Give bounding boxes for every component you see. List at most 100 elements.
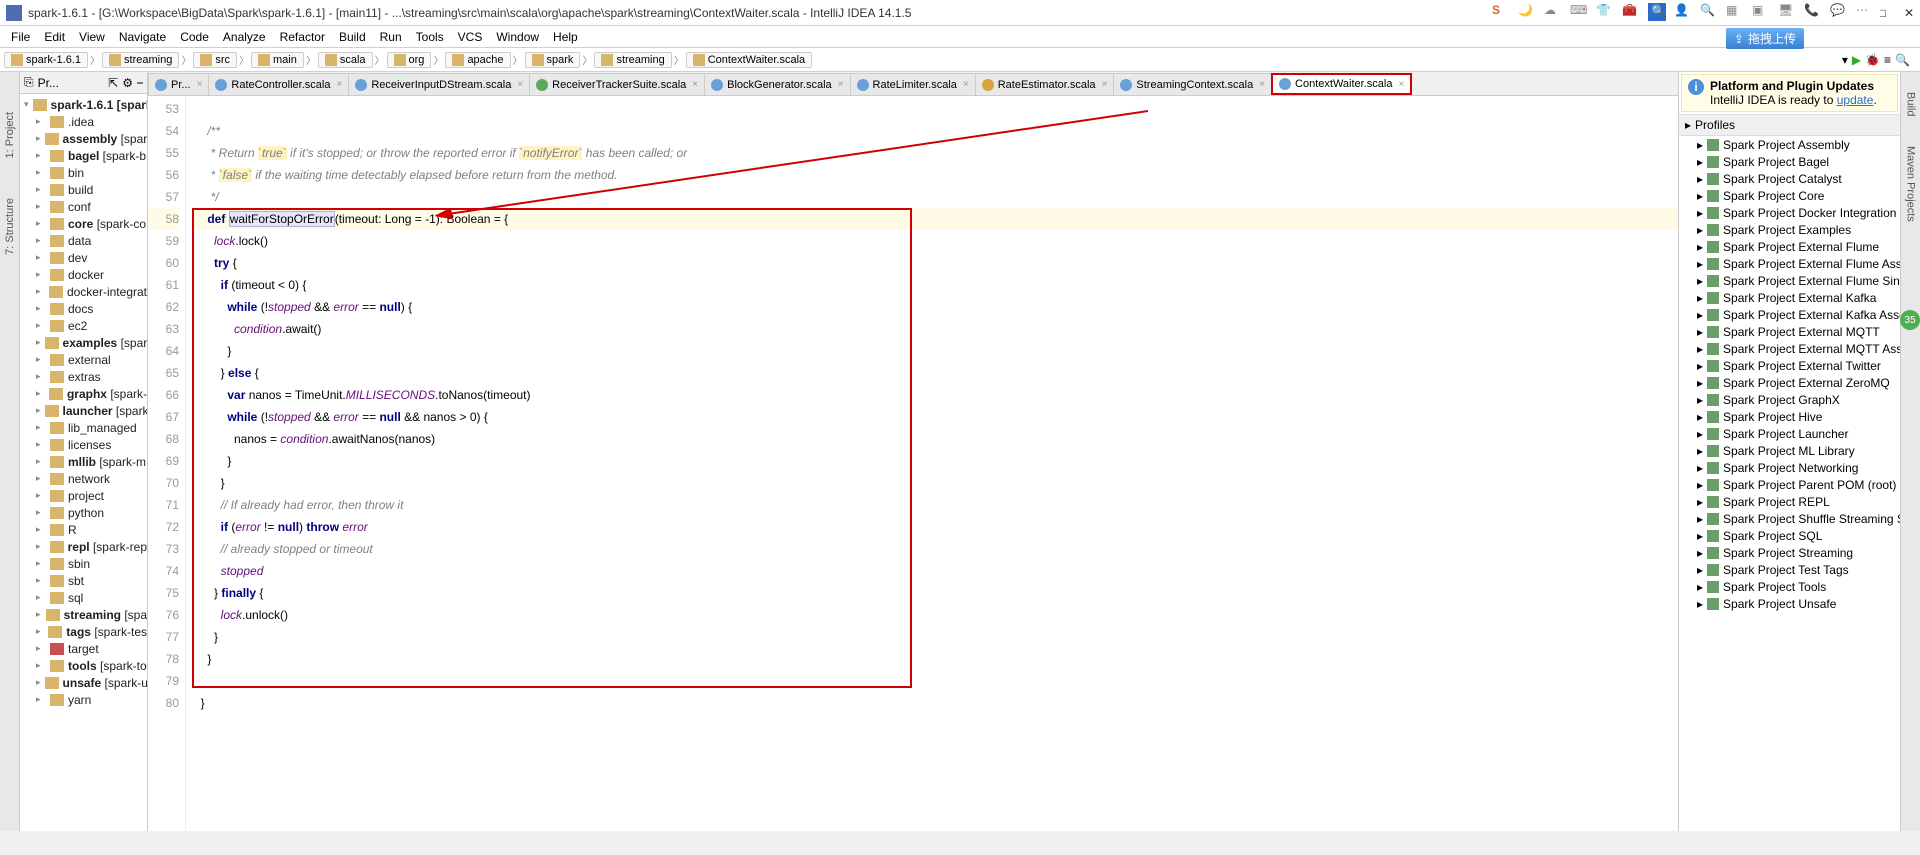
maven-project-item[interactable]: ▸ Spark Project Docker Integration Tests — [1679, 204, 1900, 221]
tree-node[interactable]: ▸assembly [spar — [20, 130, 147, 147]
code-line[interactable]: if (timeout < 0) { — [194, 274, 1678, 296]
breadcrumb-item[interactable]: streaming — [102, 52, 179, 68]
grid-icon[interactable]: ▦ — [1726, 3, 1744, 21]
maven-project-item[interactable]: ▸ Spark Project Catalyst — [1679, 170, 1900, 187]
maven-project-item[interactable]: ▸ Spark Project Core — [1679, 187, 1900, 204]
breadcrumb-item[interactable]: main — [251, 52, 304, 68]
menu-help[interactable]: Help — [546, 30, 585, 44]
tree-node[interactable]: ▸sql — [20, 589, 147, 606]
cloud-icon[interactable]: ☁ — [1544, 3, 1562, 21]
maven-project-item[interactable]: ▸ Spark Project Assembly — [1679, 136, 1900, 153]
close-button[interactable]: ✕ — [1904, 6, 1914, 20]
code-line[interactable]: } — [194, 450, 1678, 472]
code-line[interactable]: } — [194, 472, 1678, 494]
maven-project-item[interactable]: ▸ Spark Project Examples — [1679, 221, 1900, 238]
maven-project-item[interactable]: ▸ Spark Project External ZeroMQ — [1679, 374, 1900, 391]
update-notification[interactable]: i Platform and Plugin Updates IntelliJ I… — [1681, 74, 1898, 112]
code-line[interactable]: lock.unlock() — [194, 604, 1678, 626]
breadcrumb-item[interactable]: org — [387, 52, 432, 68]
code-editor[interactable]: /** * Return `true` if it's stopped; or … — [186, 96, 1678, 831]
close-tab-icon[interactable]: × — [1259, 79, 1265, 90]
maven-project-item[interactable]: ▸ Spark Project External Flume Assembly — [1679, 255, 1900, 272]
breadcrumb-item[interactable]: scala — [318, 52, 373, 68]
breadcrumb-item[interactable]: ContextWaiter.scala — [686, 52, 812, 68]
chat-icon[interactable]: 💬 — [1830, 3, 1848, 21]
toolbox-icon[interactable]: 🧰 — [1622, 3, 1640, 21]
update-link[interactable]: update — [1837, 93, 1874, 107]
phone-icon[interactable]: 📞 — [1804, 3, 1822, 21]
code-line[interactable]: * `false` if the waiting time detectably… — [194, 164, 1678, 186]
breadcrumb-item[interactable]: spark-1.6.1 — [4, 52, 88, 68]
menu-window[interactable]: Window — [489, 30, 546, 44]
maven-project-item[interactable]: ▸ Spark Project External MQTT Assembly — [1679, 340, 1900, 357]
run-config-icon[interactable]: ▾ — [1842, 53, 1848, 67]
menu-code[interactable]: Code — [173, 30, 216, 44]
menu-analyze[interactable]: Analyze — [216, 30, 273, 44]
maven-project-item[interactable]: ▸ Spark Project Test Tags — [1679, 561, 1900, 578]
maven-project-item[interactable]: ▸ Spark Project External Flume Sink — [1679, 272, 1900, 289]
editor-tab[interactable]: StreamingContext.scala× — [1113, 73, 1272, 95]
maven-project-item[interactable]: ▸ Spark Project Unsafe — [1679, 595, 1900, 612]
tree-node[interactable]: ▸repl [spark-rep — [20, 538, 147, 555]
tree-node[interactable]: ▸target — [20, 640, 147, 657]
tree-node[interactable]: ▸core [spark-co — [20, 215, 147, 232]
tree-node[interactable]: ▸lib_managed — [20, 419, 147, 436]
editor-tab[interactable]: RateController.scala× — [208, 73, 349, 95]
code-line[interactable]: condition.await() — [194, 318, 1678, 340]
tree-node[interactable]: ▸tags [spark-tes — [20, 623, 147, 640]
tree-node[interactable]: ▸tools [spark-to — [20, 657, 147, 674]
menu-file[interactable]: File — [4, 30, 37, 44]
maven-project-item[interactable]: ▸ Spark Project GraphX — [1679, 391, 1900, 408]
code-line[interactable]: var nanos = TimeUnit.MILLISECONDS.toNano… — [194, 384, 1678, 406]
code-line[interactable]: /** — [194, 120, 1678, 142]
code-line[interactable]: // already stopped or timeout — [194, 538, 1678, 560]
close-tab-icon[interactable]: × — [517, 79, 523, 90]
code-line[interactable] — [194, 98, 1678, 120]
tree-node[interactable]: ▸examples [spar — [20, 334, 147, 351]
tree-node[interactable]: ▸licenses — [20, 436, 147, 453]
code-line[interactable]: // If already had error, then throw it — [194, 494, 1678, 516]
breadcrumb-item[interactable]: src — [193, 52, 237, 68]
menu-run[interactable]: Run — [373, 30, 409, 44]
gear-icon[interactable]: ⚙ — [122, 76, 133, 90]
monitor-icon[interactable]: 🖥 — [1778, 3, 1796, 21]
tree-node[interactable]: ▸bagel [spark-b — [20, 147, 147, 164]
editor-tab[interactable]: ReceiverTrackerSuite.scala× — [529, 73, 705, 95]
code-line[interactable]: } — [194, 692, 1678, 714]
tree-node[interactable]: ▸docs — [20, 300, 147, 317]
maven-project-list[interactable]: ▸ Profiles ▸ Spark Project Assembly▸ Spa… — [1679, 114, 1900, 831]
tree-node[interactable]: ▸launcher [spark — [20, 402, 147, 419]
run-icon[interactable]: ▶ — [1852, 53, 1861, 67]
tree-node[interactable]: ▸R — [20, 521, 147, 538]
menu-tools[interactable]: Tools — [409, 30, 451, 44]
tree-node[interactable]: ▸.idea — [20, 113, 147, 130]
code-line[interactable]: } else { — [194, 362, 1678, 384]
list-icon[interactable]: ≡ — [1884, 53, 1891, 67]
code-line[interactable]: } — [194, 648, 1678, 670]
ime-icon[interactable]: S — [1492, 3, 1510, 21]
code-line[interactable]: } — [194, 626, 1678, 648]
tree-node[interactable]: ▸external — [20, 351, 147, 368]
code-line[interactable]: def waitForStopOrError(timeout: Long = -… — [194, 208, 1678, 230]
maven-project-item[interactable]: ▸ Spark Project Bagel — [1679, 153, 1900, 170]
breadcrumb-item[interactable]: spark — [525, 52, 581, 68]
tree-node[interactable]: ▸build — [20, 181, 147, 198]
toolwindow-tab[interactable]: Maven Projects — [1905, 146, 1917, 222]
code-line[interactable]: */ — [194, 186, 1678, 208]
maven-project-item[interactable]: ▸ Spark Project Streaming — [1679, 544, 1900, 561]
breadcrumb-item[interactable]: streaming — [594, 52, 671, 68]
code-line[interactable]: * Return `true` if it's stopped; or thro… — [194, 142, 1678, 164]
project-panel-header[interactable]: ⎘ Pr... ⇱ ⚙ ⎯ — [20, 72, 147, 94]
tree-node[interactable]: ▸streaming [spa — [20, 606, 147, 623]
code-line[interactable]: while (!stopped && error == null && nano… — [194, 406, 1678, 428]
editor-tab[interactable]: BlockGenerator.scala× — [704, 73, 850, 95]
maven-project-item[interactable]: ▸ Spark Project Networking — [1679, 459, 1900, 476]
user-icon[interactable]: 👤 — [1674, 3, 1692, 21]
tree-node[interactable]: ▸docker — [20, 266, 147, 283]
code-line[interactable]: try { — [194, 252, 1678, 274]
search-icon[interactable]: 🔍 — [1895, 53, 1910, 67]
toolwindow-tab[interactable]: Build — [1905, 92, 1917, 116]
menu-navigate[interactable]: Navigate — [112, 30, 173, 44]
close-tab-icon[interactable]: × — [336, 79, 342, 90]
code-line[interactable]: } finally { — [194, 582, 1678, 604]
